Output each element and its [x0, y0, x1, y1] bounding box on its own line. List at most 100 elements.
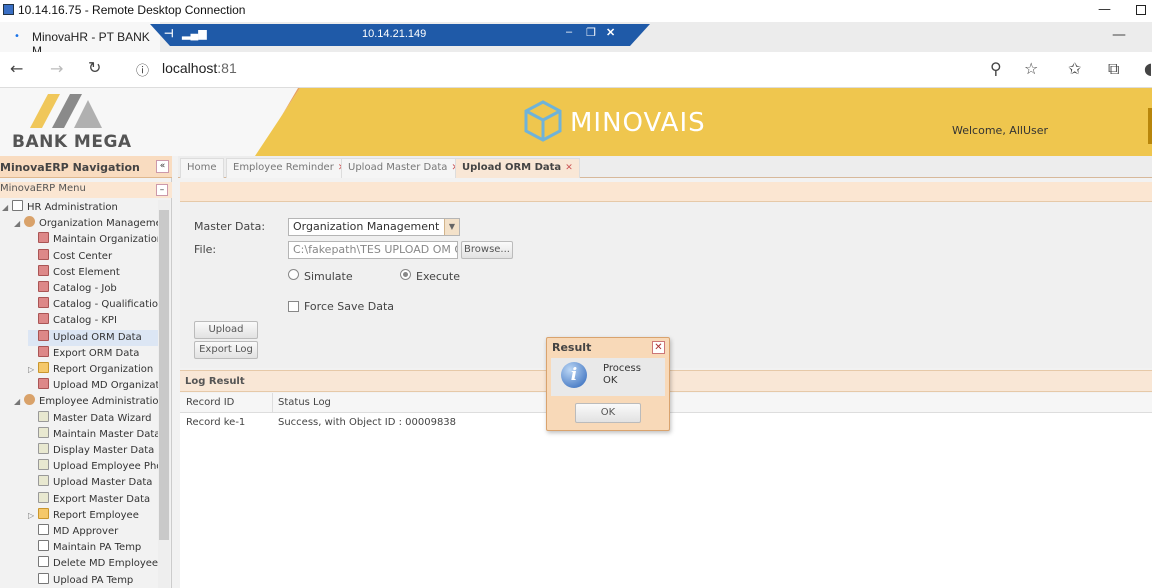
header-logo-area: BANK MEGA [0, 88, 300, 156]
sidebar-item[interactable]: Catalog - KPI [28, 313, 158, 329]
profile-icon[interactable]: ◖ [1144, 59, 1152, 78]
collapse-nav-icon[interactable]: « [156, 160, 169, 173]
sidebar-item[interactable]: Maintain Organization S [28, 232, 158, 248]
upload-data-button[interactable]: Upload Data [194, 321, 258, 351]
sidebar-item[interactable]: Upload ORM Data [28, 329, 158, 346]
rdp-app-icon [3, 4, 14, 15]
sidebar-item[interactable]: Display Master Data [28, 443, 158, 459]
url-port: :81 [217, 60, 237, 76]
sidebar-item[interactable]: MD Approver [28, 524, 158, 540]
export-log-button[interactable]: Export Log [194, 341, 258, 359]
rdp-bar-close-button[interactable]: ✕ [606, 26, 615, 39]
col-status-log[interactable]: Status Log [278, 397, 331, 408]
tab-upload-orm-data-label: Upload ORM Data [462, 162, 562, 173]
tab-favicon-icon: • [14, 31, 20, 42]
sidebar-item[interactable]: ▷ Report Organization [28, 362, 158, 378]
back-icon[interactable]: ← [10, 59, 23, 78]
brand-name: MINOVAIS [570, 108, 706, 138]
tab-home[interactable]: Home [180, 158, 224, 178]
zoom-icon[interactable]: ⚲ [990, 59, 1002, 78]
pin-icon[interactable]: ⊣ [164, 27, 174, 40]
rdp-minimize-button[interactable]: — [1098, 2, 1111, 17]
sidebar-item[interactable]: Upload MD Organizatio [28, 378, 158, 394]
page-icon [38, 232, 49, 244]
ok-button[interactable]: OK [575, 403, 641, 423]
rdp-bar-restore-button[interactable]: ❐ [586, 26, 596, 39]
forward-icon[interactable]: → [50, 59, 63, 78]
tab-upload-orm-data[interactable]: Upload ORM Data ✕ [455, 158, 580, 178]
master-data-label: Master Data: [194, 220, 266, 233]
doc-icon [38, 491, 49, 503]
folder-icon [38, 362, 49, 373]
sidebar-item[interactable]: Maintain PA Temp [28, 540, 158, 556]
sidebar-item[interactable]: Master Data Wizard [28, 410, 158, 427]
file-input[interactable]: C:\fakepath\TES UPLOAD OM Org [288, 241, 458, 259]
page-icon [38, 329, 49, 341]
record-id-cell: Record ke-1 [186, 417, 246, 428]
nav-scrollbar[interactable] [158, 200, 170, 588]
browser-tab[interactable]: • MinovaHR - PT BANK M [0, 22, 160, 58]
sidebar-item[interactable]: Cost Center [28, 248, 158, 265]
favorites-list-icon[interactable]: ✩ [1068, 59, 1081, 78]
tab-employee-reminder[interactable]: Employee Reminder✕ [226, 158, 353, 178]
expand-arrow-icon[interactable]: ▷ [28, 365, 38, 374]
reload-icon[interactable]: ↻ [88, 58, 101, 77]
sidebar-item[interactable]: Upload Master Data [28, 475, 158, 491]
header-stripe [258, 88, 300, 156]
person-icon [24, 394, 35, 406]
tab-upload-master-data[interactable]: Upload Master Data✕ [341, 158, 466, 178]
page-icon [38, 264, 49, 276]
close-tab-icon[interactable]: ✕ [565, 163, 573, 173]
nav-scroll-thumb[interactable] [159, 210, 169, 540]
sidebar-item-label: Upload Master Data [53, 477, 153, 489]
collapse-arrow-icon[interactable]: ◢ [14, 219, 24, 228]
simulate-radio[interactable] [288, 269, 299, 280]
sidebar-item-label: Maintain Organization S [53, 234, 158, 246]
browser-minimize-button[interactable]: — [1112, 27, 1126, 43]
collapse-menu-icon[interactable]: – [156, 184, 168, 196]
master-data-value: Organization Management [293, 220, 440, 233]
col-record-id[interactable]: Record ID [186, 397, 234, 408]
sidebar-item[interactable]: Catalog - Job [28, 281, 158, 297]
sidebar-item[interactable]: Export Master Data [28, 491, 158, 508]
chevron-down-icon[interactable]: ▼ [444, 219, 459, 235]
log-result-title: Log Result [185, 376, 245, 387]
force-save-label: Force Save Data [304, 300, 395, 313]
sidebar-item-label: MD Approver [53, 526, 119, 537]
sidebar-item[interactable]: Catalog - Qualification [28, 297, 158, 313]
status-log-cell: Success, with Object ID : 00009838 [278, 417, 457, 428]
sidebar-item-label: Cost Center [53, 250, 113, 262]
sidebar-item[interactable]: ◢ Organization Management [14, 216, 158, 232]
sidebar-item[interactable]: Maintain Master Data [28, 426, 158, 443]
sidebar-item[interactable]: Delete MD Employee [28, 556, 158, 572]
expand-arrow-icon[interactable]: ▷ [28, 511, 38, 520]
execute-radio[interactable] [400, 269, 411, 280]
favorite-star-icon[interactable]: ☆ [1024, 59, 1038, 78]
collapse-arrow-icon[interactable]: ◢ [2, 203, 12, 212]
address-bar[interactable]: localhost:81 [162, 60, 237, 76]
rdp-window-title: 10.14.16.75 - Remote Desktop Connection [18, 3, 246, 17]
collapse-arrow-icon[interactable]: ◢ [14, 397, 24, 406]
tab-employee-reminder-label: Employee Reminder [233, 162, 334, 173]
rdp-bar-minimize-button[interactable]: – [566, 26, 572, 38]
collections-icon[interactable]: ⧉ [1108, 59, 1119, 79]
site-info-icon[interactable]: ⓘ [136, 60, 149, 79]
menu-title-bar: MinovaERP Menu – [0, 182, 172, 198]
sidebar-item[interactable]: ◢ HR Administration [2, 200, 158, 216]
sidebar-item[interactable]: Upload Employee Phot [28, 459, 158, 475]
force-save-checkbox[interactable] [288, 301, 299, 312]
dialog-title: Result [552, 341, 592, 354]
sidebar-item-label: Upload Employee Phot [53, 461, 158, 473]
nav-title-bar: MinovaERP Navigation « [0, 156, 172, 178]
sidebar-item[interactable]: Export ORM Data [28, 345, 158, 362]
close-icon[interactable]: ✕ [652, 341, 665, 354]
sidebar-item[interactable]: ◢ Employee Administration [14, 394, 158, 410]
table-icon [38, 556, 49, 568]
sidebar-item[interactable]: ▷ Report Employee [28, 507, 158, 524]
master-data-select[interactable]: Organization Management ▼ [288, 218, 460, 236]
sidebar-item[interactable]: Cost Element [28, 264, 158, 281]
sidebar-item[interactable]: Upload PA Temp [28, 572, 158, 588]
file-label: File: [194, 243, 217, 256]
rdp-maximize-button[interactable] [1136, 5, 1146, 15]
browse-button[interactable]: Browse... [461, 241, 513, 259]
